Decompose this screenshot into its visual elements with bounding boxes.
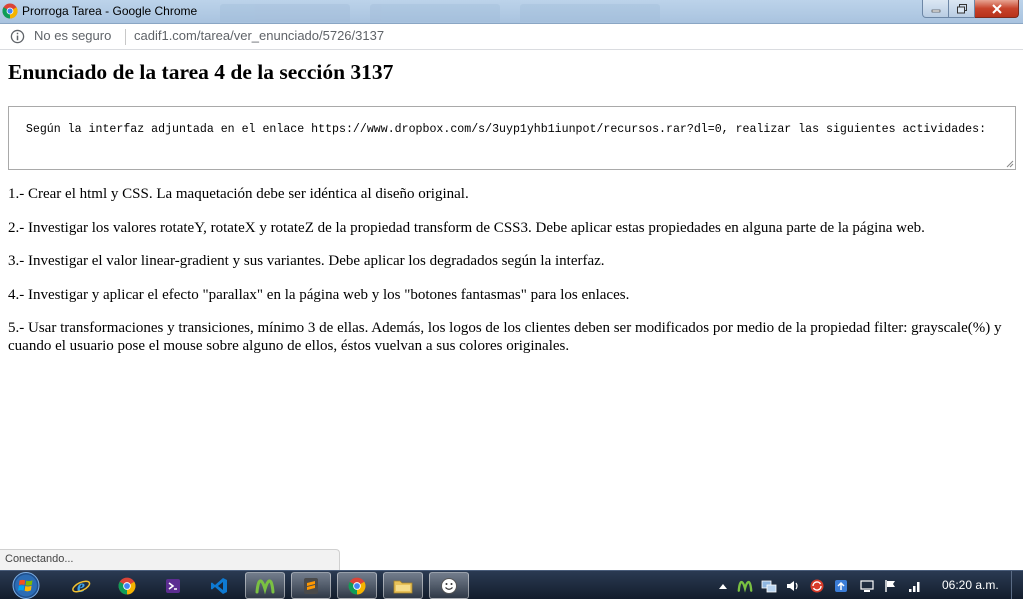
tray-volume[interactable] [785, 578, 801, 594]
notification-icon [860, 580, 874, 592]
taskbar-internet-explorer[interactable]: e [61, 572, 101, 599]
smiley-app-icon [441, 577, 457, 594]
close-icon [991, 3, 1002, 14]
statement-textarea[interactable]: Según la interfaz adjuntada en el enlace… [8, 106, 1016, 170]
background-window-tabs [200, 4, 720, 22]
volume-icon [787, 581, 798, 591]
resize-grip-icon[interactable] [1004, 158, 1014, 168]
taskbar-smiley-app[interactable] [429, 572, 469, 599]
taskbar-vscode[interactable] [199, 572, 239, 599]
close-button[interactable] [975, 0, 1019, 18]
file-explorer-icon [393, 580, 413, 593]
vscode-icon [211, 577, 227, 594]
svg-text:e: e [77, 576, 85, 596]
sublime-text-icon [304, 577, 318, 594]
show-hidden-icons-button[interactable] [715, 578, 731, 594]
task-item-5: 5.- Usar transformaciones y transiciones… [8, 320, 1002, 354]
tray-network-status[interactable] [761, 578, 777, 594]
maximize-button[interactable] [949, 0, 975, 18]
network-icon [909, 582, 920, 592]
network-tray-icon [761, 580, 777, 593]
taskbar: e 06:20 a.m. [0, 570, 1023, 599]
task-list: 1.- Crear el html y CSS. La maquetación … [8, 186, 1013, 371]
visual-studio-icon [166, 578, 180, 593]
tray-action-center[interactable] [883, 578, 899, 594]
taskbar-movistar[interactable] [245, 572, 285, 599]
task-item-3: 3.- Investigar el valor linear-gradient … [8, 253, 605, 269]
tray-sync[interactable] [809, 578, 825, 594]
page-title: Enunciado de la tarea 4 de la sección 31… [8, 60, 394, 84]
update-icon [835, 580, 847, 592]
taskbar-chrome-active[interactable] [337, 572, 377, 599]
statement-text: Según la interfaz adjuntada en el enlace… [25, 123, 987, 136]
start-orb-icon[interactable] [7, 571, 45, 599]
tray-notifications[interactable] [859, 578, 875, 594]
address-bar[interactable]: No es seguro cadif1.com/tarea/ver_enunci… [0, 24, 1023, 50]
window-controls [922, 0, 1019, 20]
address-separator [125, 29, 126, 45]
taskbar-chrome[interactable] [107, 572, 147, 599]
movistar-icon [255, 578, 275, 594]
restore-icon [956, 3, 967, 13]
task-item-2: 2.- Investigar los valores rotateY, rota… [8, 219, 925, 236]
taskbar-visual-studio[interactable] [153, 572, 193, 599]
tray-movistar[interactable] [737, 578, 753, 594]
url-text[interactable]: cadif1.com/tarea/ver_enunciado/5726/3137 [134, 28, 384, 43]
chrome-icon [2, 3, 18, 19]
chrome-icon [118, 577, 136, 594]
flag-icon [885, 580, 895, 592]
sync-icon [810, 579, 824, 593]
window-titlebar[interactable]: Prorroga Tarea - Google Chrome [0, 0, 1023, 24]
status-bubble: Conectando... [0, 549, 340, 570]
info-icon[interactable] [10, 29, 25, 44]
chrome-icon [348, 577, 366, 594]
tray-network[interactable] [907, 578, 923, 594]
movistar-tray-icon [737, 580, 753, 593]
taskbar-file-explorer[interactable] [383, 572, 423, 599]
task-item-1: 1.- Crear el html y CSS. La maquetación … [8, 186, 469, 202]
security-label[interactable]: No es seguro [34, 28, 111, 43]
window-title: Prorroga Tarea - Google Chrome [22, 4, 198, 18]
minimize-button[interactable] [922, 0, 949, 18]
show-desktop-button[interactable] [1011, 571, 1023, 599]
minimize-icon [931, 9, 940, 12]
tray-update[interactable] [833, 578, 849, 594]
taskbar-sublime-text[interactable] [291, 572, 331, 599]
internet-explorer-icon: e [72, 576, 91, 596]
task-item-4: 4.- Investigar y aplicar el efecto "para… [8, 286, 630, 303]
taskbar-clock[interactable]: 06:20 a.m. [942, 578, 999, 592]
show-hidden-icons-icon [719, 584, 727, 589]
